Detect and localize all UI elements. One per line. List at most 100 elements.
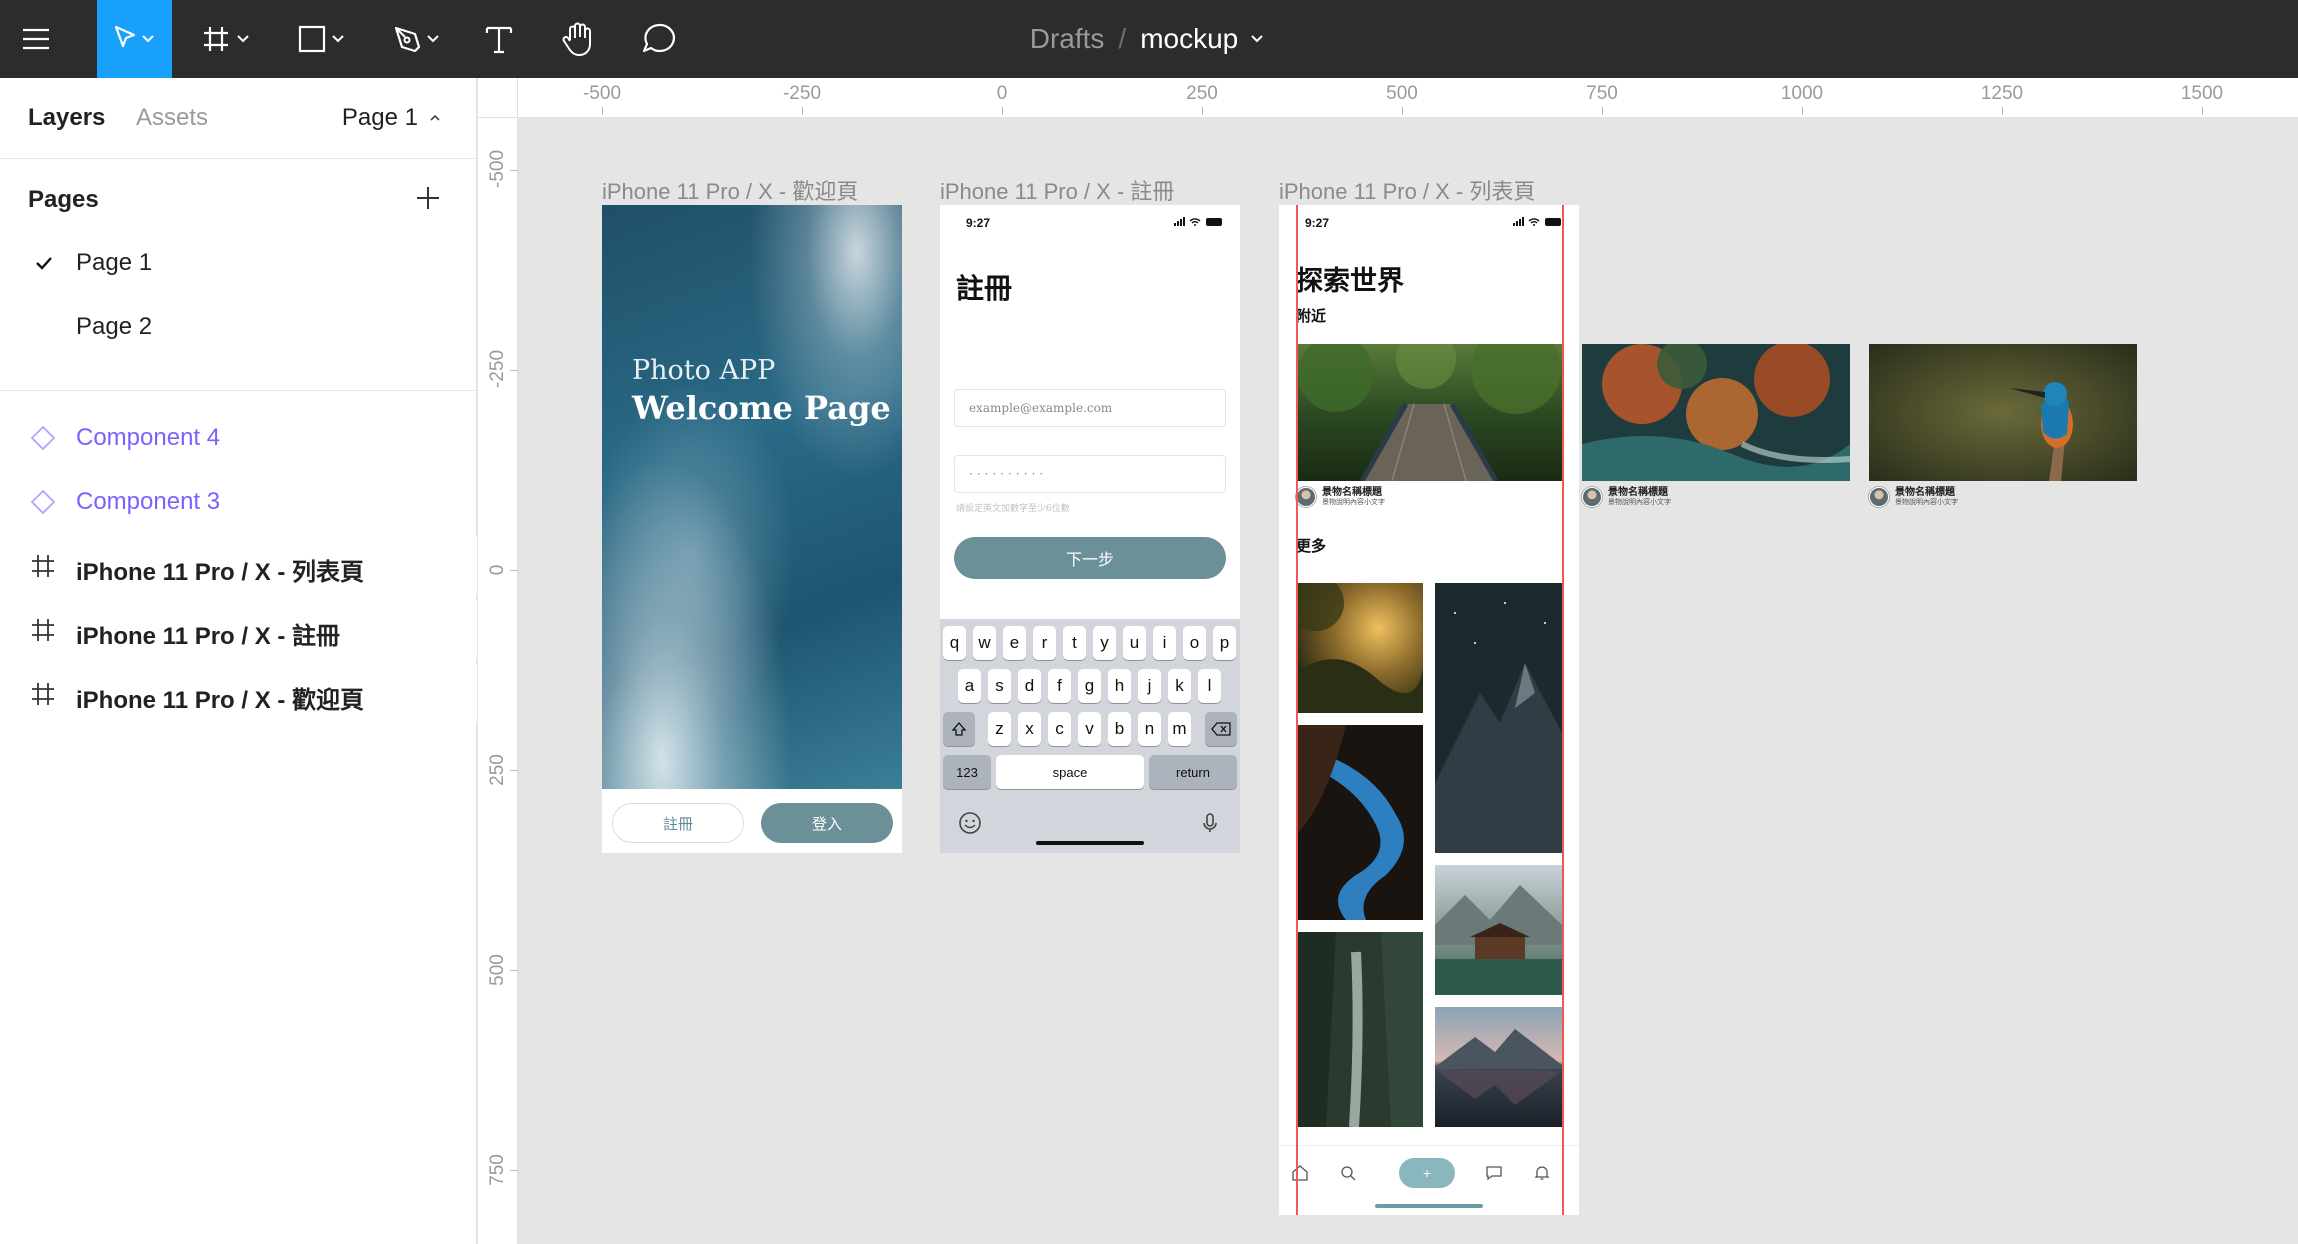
key[interactable]: k	[1168, 669, 1191, 703]
welcome-title: Welcome Page	[632, 389, 891, 427]
search-icon[interactable]	[1339, 1164, 1357, 1182]
password-field[interactable]: ··········	[954, 455, 1226, 493]
frame-hash-icon	[204, 27, 249, 51]
cave-canyon-photo[interactable]	[1296, 725, 1423, 920]
hand-tool-button[interactable]	[554, 0, 604, 78]
ruler-tick: 1500	[2142, 78, 2262, 115]
frame-label-list[interactable]: iPhone 11 Pro / X - 列表頁	[1279, 174, 1535, 206]
key[interactable]: n	[1138, 712, 1161, 746]
shape-tool-button[interactable]	[285, 0, 361, 78]
breadcrumb-separator: /	[1118, 23, 1127, 54]
email-field[interactable]: example@example.com	[954, 389, 1226, 427]
key[interactable]: s	[988, 669, 1011, 703]
key[interactable]: d	[1018, 669, 1041, 703]
key[interactable]: t	[1063, 626, 1086, 660]
page-switcher[interactable]: Page 1	[342, 104, 442, 132]
frame-label-register[interactable]: iPhone 11 Pro / X - 註冊	[940, 174, 1174, 206]
pen-tool-button[interactable]	[380, 0, 456, 78]
key[interactable]: f	[1048, 669, 1071, 703]
component-card-kingfisher[interactable]: 景物名稱標題 景物說明內容小文字	[1869, 344, 2137, 507]
frame-welcome[interactable]: Photo APP Welcome Page 註冊 登入	[602, 205, 902, 853]
frame-label-welcome[interactable]: iPhone 11 Pro / X - 歡迎頁	[602, 174, 858, 206]
key[interactable]: l	[1198, 669, 1221, 703]
key[interactable]: y	[1093, 626, 1116, 660]
frame-register[interactable]: 9:27 註冊 example@example.com ·········· 請…	[940, 205, 1240, 853]
next-button[interactable]: 下一步	[954, 537, 1226, 579]
home-indicator	[1036, 841, 1144, 845]
avatar	[1869, 487, 1889, 507]
card-meta: 景物名稱標題 景物說明內容小文字	[1582, 487, 1850, 507]
numbers-key[interactable]: 123	[943, 755, 991, 789]
page-item-page-2[interactable]: Page 2	[0, 297, 477, 357]
ruler-tick: -500	[542, 78, 662, 115]
layer-label: Component 4	[76, 424, 221, 451]
key[interactable]: z	[988, 712, 1011, 746]
emoji-icon[interactable]	[958, 811, 982, 835]
lake-cabin-photo[interactable]	[1435, 865, 1562, 995]
file-name[interactable]: mockup	[1140, 23, 1238, 55]
page-item-page-1[interactable]: Page 1	[0, 233, 477, 293]
comment-tool-button[interactable]	[634, 0, 684, 78]
layer-frame-list[interactable]: iPhone 11 Pro / X - 列表頁	[0, 536, 477, 596]
key[interactable]: o	[1183, 626, 1206, 660]
key[interactable]: u	[1123, 626, 1146, 660]
key[interactable]: a	[958, 669, 981, 703]
list-title: 探索世界	[1296, 266, 1404, 297]
key[interactable]: g	[1078, 669, 1101, 703]
text-tool-button[interactable]	[474, 0, 524, 78]
chevron-down-icon[interactable]	[1246, 28, 1268, 50]
key[interactable]: v	[1078, 712, 1101, 746]
login-button[interactable]: 登入	[761, 803, 893, 843]
tab-assets[interactable]: Assets	[136, 104, 208, 132]
waterfall-forest-photo[interactable]	[1296, 932, 1423, 1127]
layer-component-4[interactable]: Component 4	[0, 408, 477, 468]
key[interactable]: e	[1003, 626, 1026, 660]
ruler-corner	[478, 78, 518, 118]
tab-layers[interactable]: Layers	[28, 104, 105, 132]
layer-frame-welcome[interactable]: iPhone 11 Pro / X - 歡迎頁	[0, 664, 477, 724]
key[interactable]: w	[973, 626, 996, 660]
layer-label: iPhone 11 Pro / X - 註冊	[76, 623, 341, 650]
layer-frame-register[interactable]: iPhone 11 Pro / X - 註冊	[0, 600, 477, 660]
bell-icon[interactable]	[1533, 1164, 1551, 1182]
shift-key[interactable]	[943, 712, 975, 746]
ruler-tick: 750	[1542, 78, 1662, 115]
move-tool-button[interactable]	[97, 0, 172, 78]
main-menu-button[interactable]	[0, 0, 72, 78]
microphone-icon[interactable]	[1198, 811, 1222, 835]
breadcrumb-drafts[interactable]: Drafts	[1030, 23, 1105, 55]
register-title: 註冊	[956, 272, 1013, 305]
mountain-lake-photo[interactable]	[1435, 1007, 1562, 1127]
avatar	[1296, 487, 1316, 507]
add-page-plus-icon[interactable]	[412, 182, 444, 214]
frame-tool-button[interactable]	[190, 0, 266, 78]
backspace-key[interactable]	[1205, 712, 1237, 746]
add-post-button[interactable]: +	[1399, 1158, 1455, 1188]
space-key[interactable]: space	[996, 755, 1144, 789]
design-canvas[interactable]: iPhone 11 Pro / X - 歡迎頁 iPhone 11 Pro / …	[519, 119, 2298, 1244]
forest-bridge-photo[interactable]	[1296, 344, 1562, 481]
return-key[interactable]: return	[1149, 755, 1237, 789]
selection-guide-left	[1296, 205, 1298, 1215]
home-icon[interactable]	[1291, 1164, 1309, 1182]
layer-component-3[interactable]: Component 3	[0, 472, 477, 532]
night-mountain-photo[interactable]	[1435, 583, 1562, 853]
frame-list[interactable]: 9:27 探索世界 附近 景物名稱標題 景物說明內容小文字 更多 +	[1279, 205, 1579, 1215]
sunset-forest-photo[interactable]	[1296, 583, 1423, 713]
key[interactable]: q	[943, 626, 966, 660]
key[interactable]: c	[1048, 712, 1071, 746]
key[interactable]: j	[1138, 669, 1161, 703]
status-time: 9:27	[1305, 216, 1330, 230]
kingfisher-bird-photo	[1869, 344, 2137, 481]
key[interactable]: b	[1108, 712, 1131, 746]
key[interactable]: h	[1108, 669, 1131, 703]
section-nearby: 附近	[1296, 307, 1327, 325]
key[interactable]: p	[1213, 626, 1236, 660]
component-card-autumn[interactable]: 景物名稱標題 景物說明內容小文字	[1582, 344, 1850, 507]
register-button[interactable]: 註冊	[612, 803, 744, 843]
key[interactable]: x	[1018, 712, 1041, 746]
key[interactable]: m	[1168, 712, 1191, 746]
key[interactable]: i	[1153, 626, 1176, 660]
message-icon[interactable]	[1485, 1164, 1503, 1182]
key[interactable]: r	[1033, 626, 1056, 660]
